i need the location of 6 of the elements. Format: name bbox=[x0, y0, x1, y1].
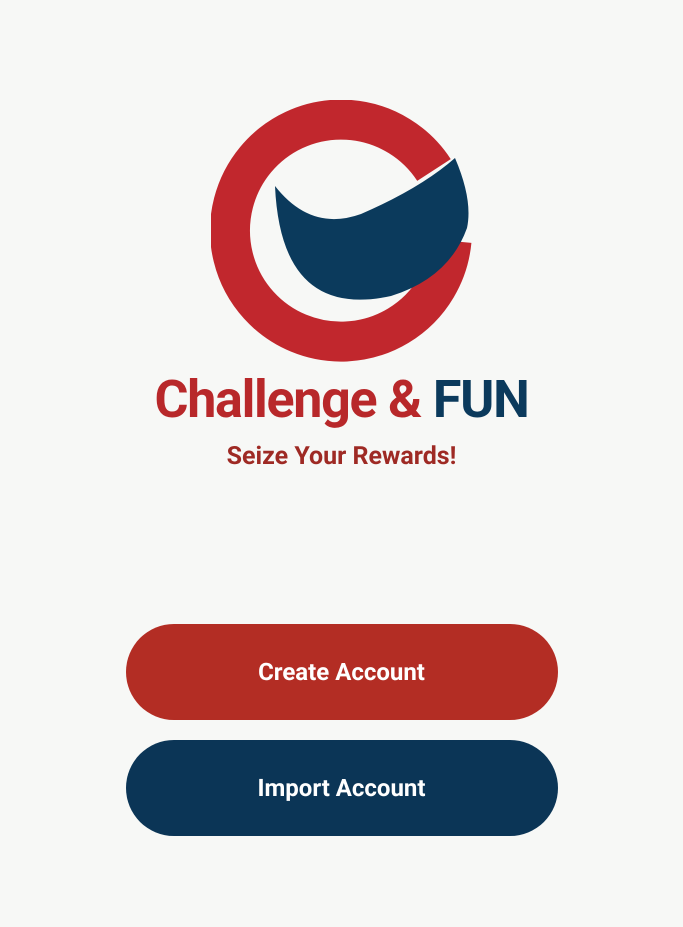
account-button[interactable]: Import Account bbox=[126, 740, 558, 836]
app-title: FUN bbox=[432, 374, 528, 426]
account-button[interactable]: Create Account bbox=[126, 624, 558, 720]
app-title: Challenge & bbox=[154, 374, 421, 426]
tagline: Seize Your Rewards! bbox=[226, 441, 456, 473]
logo-icon bbox=[210, 100, 472, 362]
